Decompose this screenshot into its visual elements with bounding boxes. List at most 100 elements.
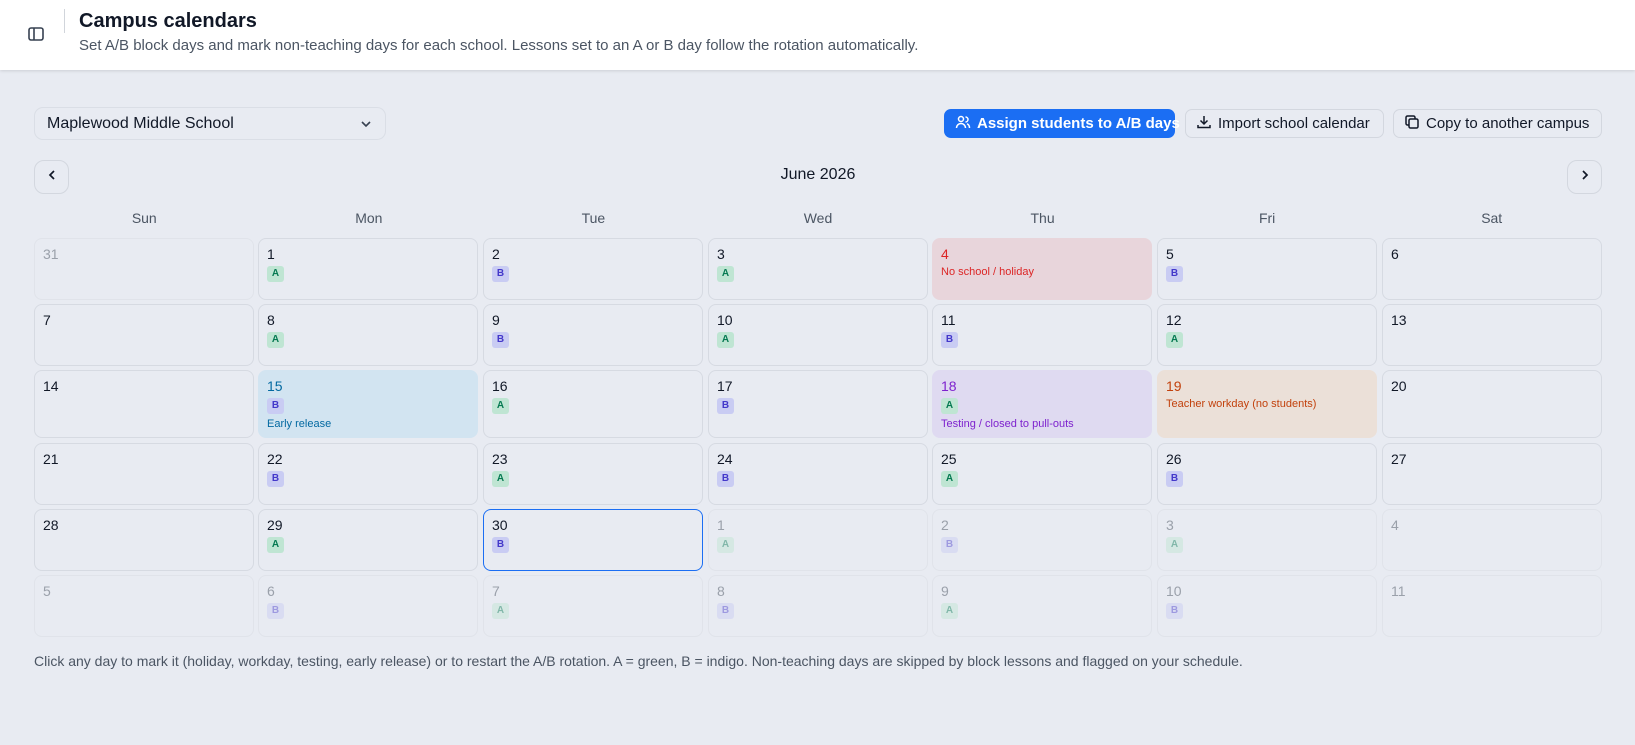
page-subtitle: Set A/B block days and mark non-teaching… [79,37,919,54]
calendar-day-cell[interactable]: 8A [258,304,478,366]
day-number: 1 [267,246,275,262]
day-note: Testing / closed to pull-outs [941,418,1074,430]
calendar-day-cell[interactable]: 16 A [483,370,703,438]
day-number: 27 [1391,451,1407,467]
day-number: 7 [492,583,500,599]
calendar-day-cell[interactable]: 9B [483,304,703,366]
calendar-day-cell[interactable]: 2B [483,238,703,300]
calendar-day-cell[interactable]: 12 A [1157,304,1377,366]
rotation-badge-b: B [267,398,284,414]
day-number: 20 [1391,378,1407,394]
weekday-header: Sun Mon Tue Wed Thu Fri Sat [34,210,1602,226]
calendar-day-cell[interactable]: 10 B [1157,575,1377,637]
weekday-wed: Wed [803,210,833,226]
rotation-badge-a: A [941,398,958,414]
calendar-day-cell[interactable]: 5 [34,575,254,637]
assign-students-button[interactable]: Assign students to A/B days [944,109,1180,138]
day-number: 13 [1391,312,1407,328]
calendar-day-cell[interactable]: 20 [1382,370,1602,438]
day-number: 12 [1166,312,1182,328]
calendar-day-cell[interactable]: 1A [708,509,928,571]
day-number: 26 [1166,451,1182,467]
top-bar: Campus calendars Set A/B block days and … [0,0,1635,70]
chevron-right-icon [1578,168,1592,187]
calendar-day-cell[interactable]: 4 [1382,509,1602,571]
import-calendar-button[interactable]: Import school calendar [1185,109,1384,138]
rotation-badge-a: A [267,266,284,282]
day-number: 22 [267,451,283,467]
footer-note: Click any day to mark it (holiday, workd… [34,653,1243,669]
prev-month-button[interactable] [34,160,69,194]
calendar-day-cell[interactable]: 26 B [1157,443,1377,505]
day-number: 4 [1391,517,1399,533]
day-number: 2 [941,517,949,533]
day-number: 23 [492,451,508,467]
day-note: Early release [267,418,332,430]
day-number: 10 [717,312,733,328]
calendar-day-cell[interactable]: 31 [34,238,254,300]
calendar-day-cell[interactable]: 25 A [932,443,1152,505]
calendar-day-cell[interactable]: 24 B [708,443,928,505]
calendar-day-cell[interactable]: 10 A [708,304,928,366]
calendar-day-cell[interactable]: 11 [1382,575,1602,637]
calendar-day-cell[interactable]: 6B [258,575,478,637]
rotation-badge-a: A [1166,332,1183,348]
calendar-day-cell[interactable]: 3A [1157,509,1377,571]
school-select[interactable]: Maplewood Middle School [34,107,386,140]
weekday-fri: Fri [1258,210,1276,226]
calendar-day-cell[interactable]: 8B [708,575,928,637]
calendar-day-cell[interactable]: 22 B [258,443,478,505]
rotation-badge-a: A [492,398,509,414]
calendar-day-cell[interactable]: 29 A [258,509,478,571]
rotation-badge-a: A [267,332,284,348]
calendar-day-cell[interactable]: 1A [258,238,478,300]
calendar-day-cell[interactable]: 28 [34,509,254,571]
day-number: 3 [717,246,725,262]
calendar-day-cell[interactable]: 11 B [932,304,1152,366]
day-number: 3 [1166,517,1174,533]
page-title: Campus calendars [79,10,257,32]
rotation-badge-a: A [941,471,958,487]
day-number: 8 [267,312,275,328]
day-number: 1 [717,517,725,533]
calendar-day-cell[interactable]: 17 B [708,370,928,438]
calendar-day-cell[interactable]: 7 [34,304,254,366]
import-calendar-label: Import school calendar [1218,115,1370,132]
next-month-button[interactable] [1567,160,1602,194]
calendar-day-cell[interactable]: 14 [34,370,254,438]
weekday-tue: Tue [581,210,606,226]
calendar-day-cell[interactable]: 23 A [483,443,703,505]
calendar-day-cell[interactable]: 2B [932,509,1152,571]
day-number: 7 [43,312,51,328]
day-number: 25 [941,451,957,467]
day-number: 29 [267,517,283,533]
rotation-badge-b: B [267,471,284,487]
copy-icon [1404,114,1420,134]
calendar-day-cell[interactable]: 30 B [483,509,703,571]
calendar-day-cell[interactable]: 6 [1382,238,1602,300]
weekday-sat: Sat [1481,210,1503,226]
sidebar-toggle-icon[interactable] [24,22,48,46]
calendar-day-cell[interactable]: 15 B Early release [258,370,478,438]
calendar-day-cell[interactable]: 9A [932,575,1152,637]
rotation-badge-b: B [941,537,958,553]
calendar-day-cell[interactable]: 13 [1382,304,1602,366]
rotation-badge-a: A [717,332,734,348]
calendar-day-cell[interactable]: 7A [483,575,703,637]
calendar-day-cell[interactable]: 18 A Testing / closed to pull-outs [932,370,1152,438]
chevron-left-icon [45,168,59,187]
day-number: 10 [1166,583,1182,599]
day-number: 15 [267,378,283,394]
rotation-badge-a: A [1166,537,1183,553]
weekday-thu: Thu [1030,210,1055,226]
weekday-sun: Sun [131,210,157,226]
copy-campus-button[interactable]: Copy to another campus [1393,109,1602,138]
calendar-day-cell[interactable]: 21 [34,443,254,505]
rotation-badge-b: B [492,332,509,348]
calendar-day-cell[interactable]: 5B [1157,238,1377,300]
calendar-day-cell[interactable]: 19 Teacher workday (no students) [1157,370,1377,438]
calendar-day-cell[interactable]: 27 [1382,443,1602,505]
calendar-day-cell[interactable]: 3A [708,238,928,300]
school-select-value: Maplewood Middle School [47,114,234,132]
calendar-day-cell[interactable]: 4 No school / holiday [932,238,1152,300]
